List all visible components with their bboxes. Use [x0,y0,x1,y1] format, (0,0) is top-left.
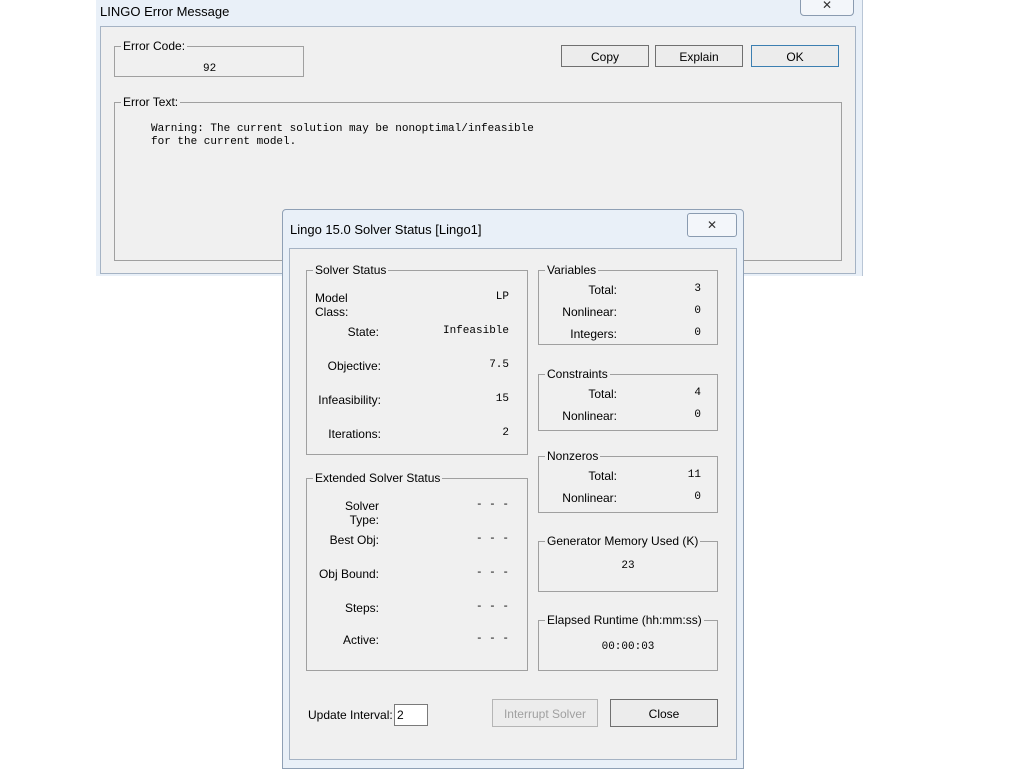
constraints-total-value: 4 [694,387,701,399]
iterations-value: 2 [502,427,509,439]
nonzeros-nonlinear-label: Nonlinear: [562,491,617,505]
error-text-label: Error Text: [123,95,179,109]
solver-window-title: Lingo 15.0 Solver Status [Lingo1] [290,222,482,237]
error-window-title: LINGO Error Message [100,4,230,19]
best-obj-value: - - - [475,533,509,545]
error-text-line: Warning: The current solution may be non… [151,123,534,135]
obj-bound-label: Obj Bound: [318,567,379,581]
best-obj-label: Best Obj: [329,533,379,547]
ok-button[interactable]: OK [751,45,839,67]
elapsed-runtime-value: 00:00:03 [601,641,655,653]
variables-group: Variables Total: 3 Nonlinear: 0 Integers… [538,263,718,345]
solver-status-window: Lingo 15.0 Solver Status [Lingo1] ✕ Solv… [282,209,744,769]
solver-window-body: Solver Status Model Class: LP State: Inf… [289,248,737,760]
close-button[interactable]: Close [610,699,718,727]
update-interval-input[interactable] [394,704,428,726]
steps-value: - - - [475,601,509,613]
constraints-legend: Constraints [547,367,608,381]
active-value: - - - [475,633,509,645]
extended-solver-status-legend: Extended Solver Status [315,471,441,485]
error-code-value: 92 [203,63,217,75]
close-icon: ✕ [821,0,833,12]
nonzeros-nonlinear-value: 0 [694,491,701,503]
generator-memory-legend: Generator Memory Used (K) [547,534,699,548]
model-class-label: Model Class: [315,291,349,319]
variables-integers-label: Integers: [570,327,617,341]
interrupt-solver-button[interactable]: Interrupt Solver [492,699,598,727]
variables-total-label: Total: [588,283,617,297]
generator-memory-value: 23 [621,560,635,572]
elapsed-runtime-group: Elapsed Runtime (hh:mm:ss) 00:00:03 [538,613,718,671]
solver-type-label: Solver Type: [344,499,379,527]
constraints-total-label: Total: [588,387,617,401]
variables-legend: Variables [547,263,597,277]
variables-integers-value: 0 [694,327,701,339]
solver-status-group: Solver Status Model Class: LP State: Inf… [306,263,528,455]
solver-status-legend: Solver Status [315,263,387,277]
error-window-close-button[interactable]: ✕ [800,0,854,16]
explain-button[interactable]: Explain [655,45,743,67]
objective-label: Objective: [327,359,381,373]
variables-nonlinear-label: Nonlinear: [562,305,617,319]
obj-bound-value: - - - [475,567,509,579]
solver-window-close-button[interactable]: ✕ [687,213,737,237]
error-text-box: Warning: The current solution may be non… [151,123,534,149]
constraints-group: Constraints Total: 4 Nonlinear: 0 [538,367,718,431]
constraints-nonlinear-value: 0 [694,409,701,421]
error-text-line: for the current model. [151,136,297,148]
nonzeros-group: Nonzeros Total: 11 Nonlinear: 0 [538,449,718,513]
nonzeros-legend: Nonzeros [547,449,599,463]
elapsed-runtime-legend: Elapsed Runtime (hh:mm:ss) [547,613,702,627]
update-interval-label: Update Interval: [308,708,393,722]
variables-nonlinear-value: 0 [694,305,701,317]
nonzeros-total-value: 11 [687,469,701,481]
steps-label: Steps: [344,601,379,615]
extended-solver-status-group: Extended Solver Status Solver Type: - - … [306,471,528,671]
constraints-nonlinear-label: Nonlinear: [562,409,617,423]
objective-value: 7.5 [489,359,509,371]
copy-button[interactable]: Copy [561,45,649,67]
infeasibility-value: 15 [495,393,509,405]
active-label: Active: [342,633,379,647]
infeasibility-label: Infeasibility: [318,393,381,407]
state-value: Infeasible [442,325,509,337]
nonzeros-total-label: Total: [588,469,617,483]
generator-memory-group: Generator Memory Used (K) 23 [538,534,718,592]
state-label: State: [347,325,379,339]
iterations-label: Iterations: [328,427,381,441]
close-icon: ✕ [706,218,718,232]
error-code-group: Error Code: 92 [114,39,304,77]
variables-total-value: 3 [694,283,701,295]
model-class-value: LP [495,291,509,303]
solver-type-value: - - - [475,499,509,511]
error-code-label: Error Code: [123,39,186,53]
